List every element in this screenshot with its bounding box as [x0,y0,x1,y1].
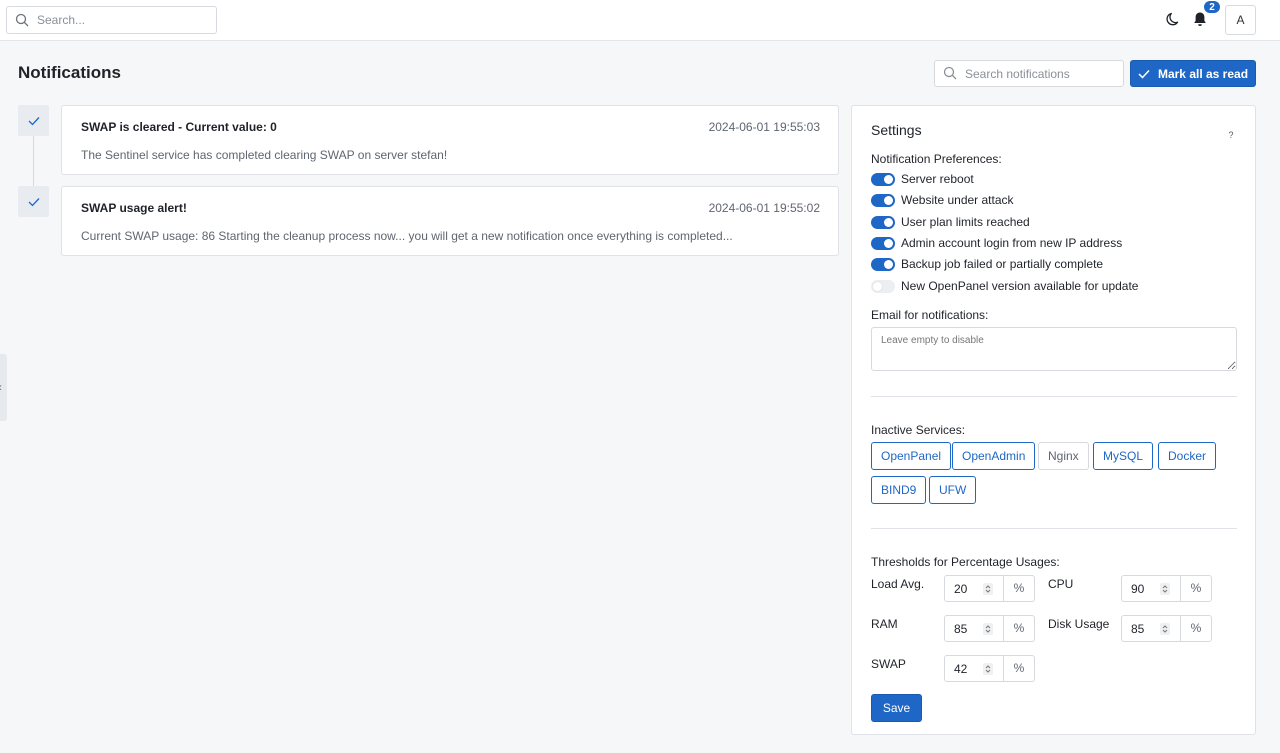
check-icon [28,197,40,207]
notification-message: Current SWAP usage: 86 Starting the clea… [81,229,733,243]
pref-label: User plan limits reached [901,215,1030,229]
service-nginx-button[interactable]: Nginx [1038,442,1089,470]
pref-plan-limits: User plan limits reached [871,214,1030,230]
spinner-icon[interactable] [981,576,995,601]
check-icon [1138,69,1150,79]
threshold-swap-stepper: % [944,655,1035,682]
notification-card[interactable]: SWAP usage alert! 2024-06-01 19:55:02 Cu… [61,186,839,256]
notification-card[interactable]: SWAP is cleared - Current value: 0 2024-… [61,105,839,175]
percent-unit: % [1003,576,1034,601]
preferences-label: Notification Preferences: [871,152,1002,166]
threshold-disk-stepper: % [1121,615,1212,642]
threshold-disk-input[interactable] [1122,616,1158,641]
services-label: Inactive Services: [871,423,966,437]
service-bind9-button[interactable]: BIND9 [871,476,927,504]
threshold-cpu-label: CPU [1048,577,1074,591]
notification-date: 2024-06-01 19:55:03 [708,120,820,134]
threshold-swap-input[interactable] [945,656,981,681]
percent-unit: % [1003,656,1034,681]
pref-label: New OpenPanel version available for upda… [901,279,1139,293]
settings-panel: Settings ? Notification Preferences: Ser… [851,105,1256,735]
bell-icon[interactable] [1192,11,1208,28]
percent-unit: % [1003,616,1034,641]
divider [871,528,1237,529]
notification-read-check[interactable] [18,105,49,136]
notification-count-badge: 2 [1203,0,1221,14]
spinner-icon[interactable] [981,616,995,641]
save-button[interactable]: Save [871,694,922,722]
toggle-switch[interactable] [871,279,895,293]
toggle-switch[interactable] [871,193,895,207]
top-bar: 2 A [0,0,1280,41]
service-openadmin-button[interactable]: OpenAdmin [952,442,1036,470]
notification-title: SWAP usage alert! [81,201,187,215]
threshold-load-stepper: % [944,575,1035,602]
page-title: Notifications [18,63,121,82]
pref-label: Server reboot [901,172,974,186]
settings-title: Settings [871,122,922,138]
percent-unit: % [1180,576,1211,601]
pref-new-version: New OpenPanel version available for upda… [871,278,1138,294]
search-icon [943,66,957,80]
pref-label: Website under attack [901,193,1014,207]
percent-unit: % [1180,616,1211,641]
search-icon [15,13,29,27]
toggle-switch[interactable] [871,215,895,229]
pref-label: Backup job failed or partially complete [901,257,1104,271]
pref-server-reboot: Server reboot [871,171,974,187]
spinner-icon[interactable] [1158,616,1172,641]
thresholds-label: Thresholds for Percentage Usages: [871,555,1060,569]
notification-title: SWAP is cleared - Current value: 0 [81,120,277,134]
notification-search-input[interactable] [965,65,1115,83]
timeline-connector [33,136,34,188]
service-ufw-button[interactable]: UFW [929,476,977,504]
chevron-left-icon: ‹ [0,380,2,394]
threshold-ram-label: RAM [871,617,898,631]
email-label: Email for notifications: [871,308,989,322]
mark-all-read-button[interactable]: Mark all as read [1130,60,1256,87]
avatar[interactable]: A [1225,5,1256,35]
service-mysql-button[interactable]: MySQL [1093,442,1154,470]
threshold-ram-input[interactable] [945,616,981,641]
notification-date: 2024-06-01 19:55:02 [708,201,820,215]
pref-label: Admin account login from new IP address [901,236,1123,250]
pref-backup-failed: Backup job failed or partially complete [871,256,1103,272]
toggle-switch[interactable] [871,236,895,250]
spinner-icon[interactable] [1158,576,1172,601]
threshold-load-label: Load Avg. [871,577,925,591]
service-openpanel-button[interactable]: OpenPanel [871,442,952,470]
threshold-swap-label: SWAP [871,657,906,671]
threshold-load-input[interactable] [945,576,981,601]
global-search-input[interactable] [37,11,207,29]
toggle-switch[interactable] [871,172,895,186]
sidebar-collapse-handle[interactable]: ‹ [0,354,7,421]
threshold-cpu-input[interactable] [1122,576,1158,601]
notification-read-check[interactable] [18,186,49,217]
pref-website-attack: Website under attack [871,192,1014,208]
email-field[interactable] [871,327,1237,371]
help-icon[interactable]: ? [1225,129,1237,141]
threshold-ram-stepper: % [944,615,1035,642]
notification-search[interactable] [934,60,1124,87]
dark-mode-icon[interactable] [1166,11,1182,27]
notification-message: The Sentinel service has completed clear… [81,148,448,162]
check-icon [28,116,40,126]
global-search[interactable] [6,6,217,34]
threshold-disk-label: Disk Usage [1048,617,1110,631]
mark-all-read-label: Mark all as read [1157,66,1249,81]
spinner-icon[interactable] [981,656,995,681]
threshold-cpu-stepper: % [1121,575,1212,602]
service-docker-button[interactable]: Docker [1158,442,1217,470]
toggle-switch[interactable] [871,257,895,271]
divider [871,396,1237,397]
pref-admin-login: Admin account login from new IP address [871,235,1122,251]
